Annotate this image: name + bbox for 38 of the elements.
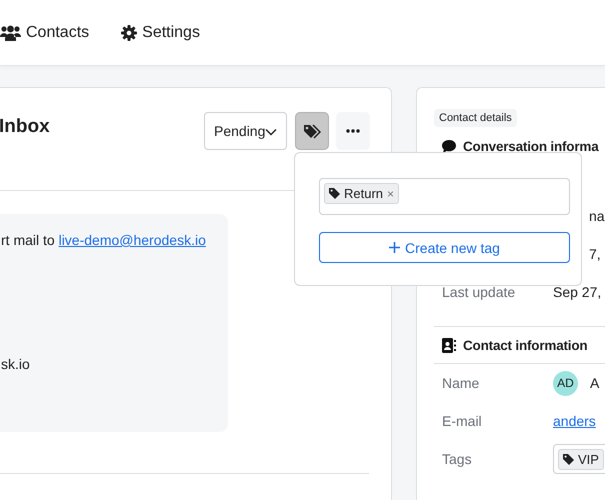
tags-field[interactable]: VIP (553, 444, 605, 474)
field-value: na (589, 208, 605, 224)
nav-link[interactable]: Contacts (0, 24, 90, 42)
message-text: sk.io (0, 355, 31, 372)
more-icon (346, 129, 360, 133)
section-heading: Contact information (463, 338, 588, 352)
field-label: Tags (442, 451, 473, 467)
email-link[interactable]: anders (553, 413, 596, 429)
tag-input[interactable]: Return × (319, 178, 570, 215)
tag-icon (563, 454, 574, 465)
users-icon (0, 24, 21, 40)
settings-icon (121, 24, 138, 40)
email-link[interactable]: live-demo@herodesk.io (58, 232, 206, 248)
tag-label: VIP (578, 452, 599, 467)
contact-name: A (590, 375, 600, 391)
field-value: Sep 27, (553, 284, 602, 300)
field-label: E-mail (442, 413, 483, 429)
contact-card-icon (442, 338, 456, 352)
message-text: rt mail to live-demo@herodesk.io (0, 231, 207, 248)
status-dropdown[interactable]: Pending (204, 112, 287, 150)
field-value: 7, (589, 246, 601, 262)
inbox-title: Inbox (0, 116, 51, 138)
tag-button[interactable] (295, 112, 329, 150)
section-heading: Conversation informa (463, 138, 599, 154)
avatar: AD (553, 370, 578, 396)
details-badge: Contact details (434, 109, 517, 127)
field-label: Last update (442, 284, 516, 300)
remove-tag-button[interactable]: × (387, 186, 394, 200)
tag-label: Return (344, 186, 384, 201)
plus-icon (389, 242, 400, 253)
create-tag-button[interactable]: Create new tag (319, 232, 570, 263)
chat-bubble-icon (442, 140, 456, 152)
tags-icon (303, 124, 321, 138)
chevron-icon (265, 128, 278, 136)
nav-link[interactable]: Settings (121, 24, 200, 42)
field-label: Name (442, 375, 480, 391)
more-button[interactable] (336, 112, 370, 150)
tag-icon (329, 188, 340, 199)
